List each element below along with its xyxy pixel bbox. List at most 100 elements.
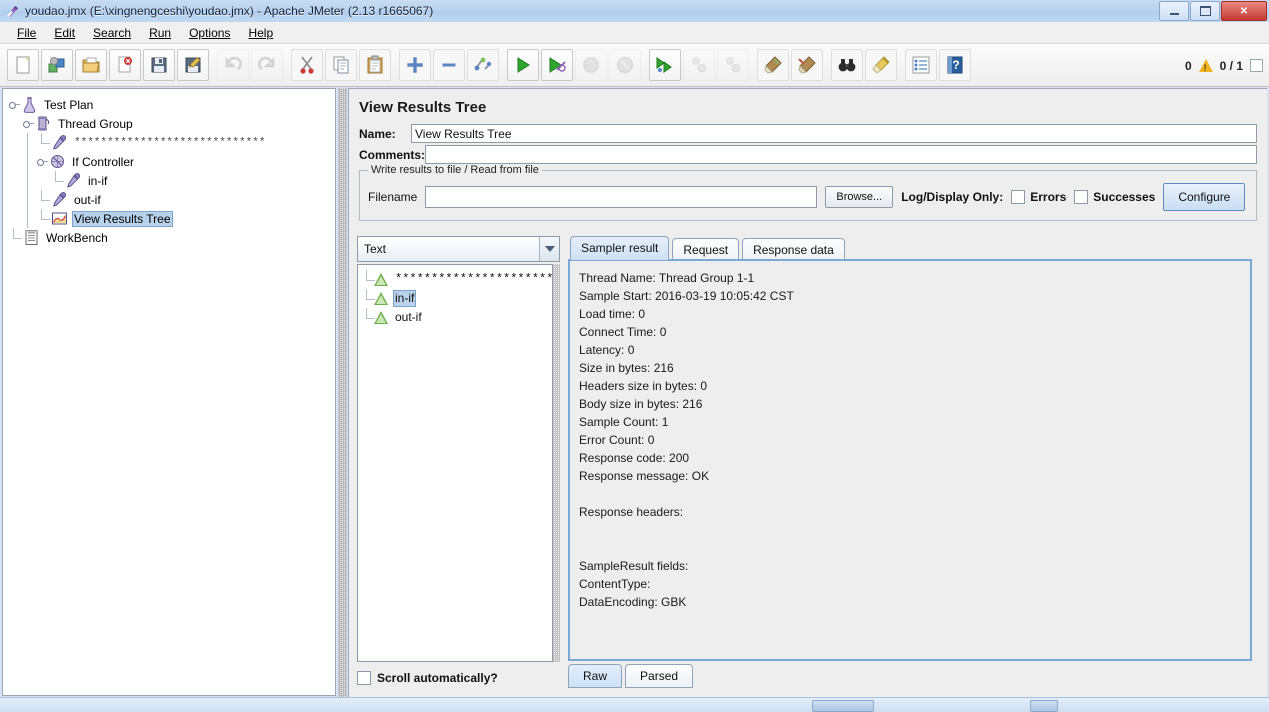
menu-file[interactable]: File <box>8 24 45 42</box>
help-button[interactable]: ? <box>939 49 971 81</box>
log-display-only-label: Log/Display Only: <box>901 190 1003 204</box>
menu-options-label: Options <box>189 26 230 40</box>
workbench-icon <box>23 229 40 246</box>
shutdown-button[interactable] <box>609 49 641 81</box>
errors-checkbox-group[interactable]: Errors <box>1011 190 1066 204</box>
sample-result-list[interactable]: ***************************** in-if out-… <box>357 264 553 662</box>
search-button[interactable] <box>831 49 863 81</box>
start-button[interactable] <box>507 49 539 81</box>
menu-options[interactable]: Options <box>180 24 239 42</box>
tree-elbow <box>362 308 373 327</box>
function-helper-button[interactable] <box>905 49 937 81</box>
cut-button[interactable] <box>291 49 323 81</box>
collapse-all-button[interactable] <box>433 49 465 81</box>
result-line: Latency: 0 <box>579 341 1250 359</box>
view-results-tree-icon <box>51 210 68 227</box>
open-button[interactable] <box>75 49 107 81</box>
save-button[interactable] <box>143 49 175 81</box>
tree-node-in-if[interactable]: in-if <box>9 171 335 190</box>
clear-button[interactable] <box>757 49 789 81</box>
templates-button[interactable] <box>41 49 73 81</box>
menu-run[interactable]: Run <box>140 24 180 42</box>
chevron-down-icon[interactable] <box>539 237 559 261</box>
menu-search[interactable]: Search <box>84 24 140 42</box>
expand-all-button[interactable] <box>399 49 431 81</box>
element-config-pane: View Results Tree Name: Comments: Write … <box>348 88 1267 699</box>
result-line: Response code: 200 <box>579 449 1250 467</box>
successes-checkbox[interactable] <box>1074 190 1088 204</box>
result-line: Thread Name: Thread Group 1-1 <box>579 269 1250 287</box>
shutdown-remote-all-button[interactable] <box>717 49 749 81</box>
menu-bar: File Edit Search Run Options Help <box>0 22 1269 44</box>
tree-node-test-plan[interactable]: Test Plan <box>9 95 335 114</box>
comments-input[interactable] <box>425 145 1257 164</box>
tree-node-out-if[interactable]: out-if <box>9 190 335 209</box>
browse-button[interactable]: Browse... <box>825 186 893 208</box>
list-item[interactable]: ***************************** <box>362 270 552 289</box>
toggle-button[interactable] <box>467 49 499 81</box>
copy-button[interactable] <box>325 49 357 81</box>
tree-node-thread-group[interactable]: Thread Group <box>9 114 335 133</box>
menu-help[interactable]: Help <box>239 24 282 42</box>
test-plan-tree-pane[interactable]: Test Plan Thread Group <box>2 88 336 696</box>
tab-request[interactable]: Request <box>672 238 739 261</box>
filename-input[interactable] <box>425 186 817 208</box>
errors-checkbox[interactable] <box>1011 190 1025 204</box>
expander-icon[interactable] <box>37 156 48 167</box>
sampler-pipette-icon <box>51 191 68 208</box>
list-item[interactable]: in-if <box>362 289 552 308</box>
close-button[interactable]: ✕ <box>1221 1 1267 21</box>
start-remote-all-button[interactable] <box>649 49 681 81</box>
tree-node-view-results-tree[interactable]: View Results Tree <box>9 209 335 228</box>
start-no-timers-button[interactable] <box>541 49 573 81</box>
result-line: Response message: OK <box>579 467 1250 485</box>
sampler-result-panel[interactable]: Thread Name: Thread Group 1-1 Sample Sta… <box>568 259 1252 661</box>
menu-help-label: Help <box>248 26 273 40</box>
sample-list-splitter[interactable] <box>553 264 560 662</box>
tree-node-if-controller[interactable]: If Controller <box>9 152 335 171</box>
close-document-button[interactable] <box>109 49 141 81</box>
list-item[interactable]: out-if <box>362 308 552 327</box>
menu-file-label: File <box>17 26 36 40</box>
tree-node-label: Thread Group <box>56 116 135 132</box>
scroll-automatically-checkbox[interactable] <box>357 671 371 685</box>
page-title: View Results Tree <box>349 89 1267 124</box>
expander-icon[interactable] <box>9 99 20 110</box>
split-divider[interactable] <box>338 88 347 698</box>
stop-remote-all-button[interactable] <box>683 49 715 81</box>
renderer-select[interactable]: Text <box>357 236 560 262</box>
new-button[interactable] <box>7 49 39 81</box>
tab-raw[interactable]: Raw <box>568 664 622 688</box>
success-triangle-icon <box>373 310 390 325</box>
undo-button[interactable] <box>217 49 249 81</box>
sampler-pipette-icon <box>65 172 82 189</box>
successes-checkbox-group[interactable]: Successes <box>1074 190 1155 204</box>
paste-button[interactable] <box>359 49 391 81</box>
configure-button[interactable]: Configure <box>1163 183 1245 211</box>
minimize-button[interactable] <box>1159 1 1189 21</box>
tree-line <box>23 152 37 171</box>
tree-node-stars-sampler[interactable]: ***************************** <box>9 133 335 152</box>
scrollbar-thumb-secondary[interactable] <box>1030 700 1058 712</box>
sample-label: out-if <box>393 310 424 325</box>
clear-all-button[interactable] <box>791 49 823 81</box>
search-reset-button[interactable] <box>865 49 897 81</box>
tab-sampler-result[interactable]: Sampler result <box>570 236 669 260</box>
name-input[interactable] <box>411 124 1257 143</box>
tree-elbow <box>37 190 51 209</box>
expander-icon[interactable] <box>23 118 34 129</box>
menu-run-label: Run <box>149 26 171 40</box>
save-as-button[interactable] <box>177 49 209 81</box>
menu-edit-label: Edit <box>54 26 75 40</box>
maximize-button[interactable] <box>1190 1 1220 21</box>
horizontal-scrollbar[interactable] <box>0 697 1269 712</box>
scroll-automatically-row[interactable]: Scroll automatically? <box>357 668 553 688</box>
menu-edit[interactable]: Edit <box>45 24 84 42</box>
test-plan-flask-icon <box>21 96 38 113</box>
tree-node-workbench[interactable]: WorkBench <box>9 228 335 247</box>
tab-parsed[interactable]: Parsed <box>625 664 693 688</box>
redo-button[interactable] <box>251 49 283 81</box>
scrollbar-thumb[interactable] <box>812 700 874 712</box>
tab-response-data[interactable]: Response data <box>742 238 845 261</box>
stop-button[interactable] <box>575 49 607 81</box>
